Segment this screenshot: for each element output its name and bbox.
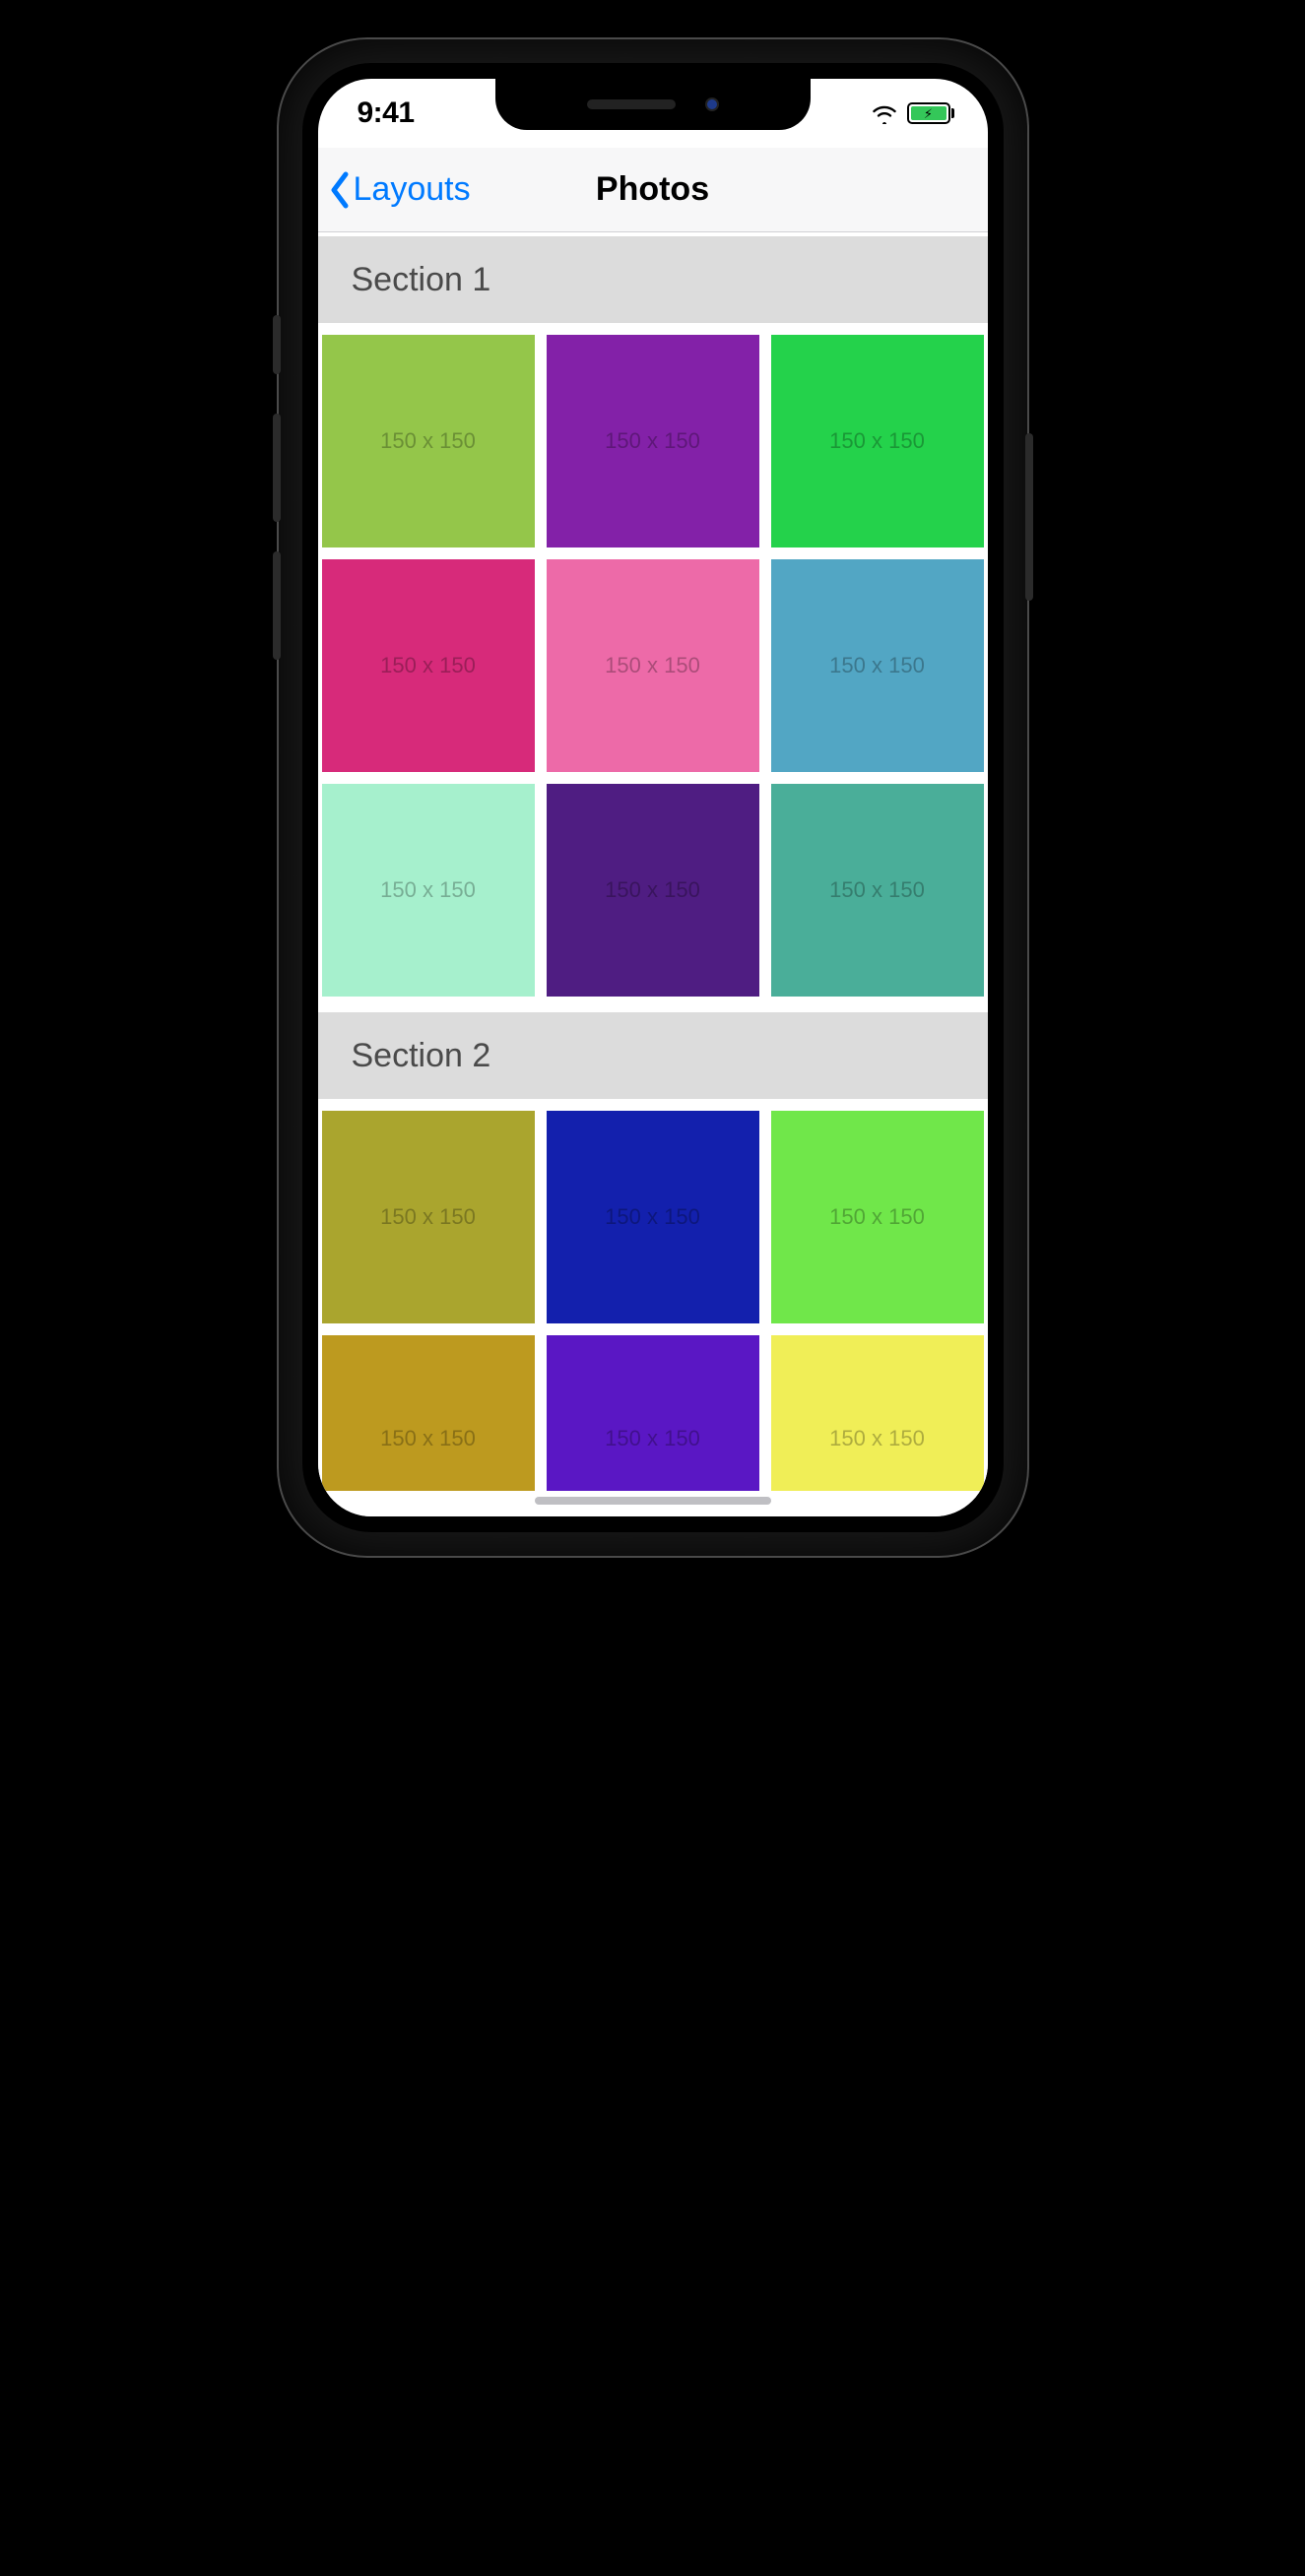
section-title: Section 2 [352, 1037, 491, 1075]
status-right-cluster: ⚡︎ [870, 102, 954, 124]
cell-label: 150 x 150 [605, 1204, 700, 1230]
section-2-grid-row2: 150 x 150 150 x 150 150 x 150 [318, 1323, 988, 1491]
section-header-2: Section 2 [318, 1012, 988, 1099]
notch [495, 79, 811, 130]
back-label: Layouts [354, 170, 471, 209]
cell-label: 150 x 150 [380, 653, 476, 678]
volume-down-button[interactable] [273, 551, 281, 660]
front-camera [705, 97, 719, 111]
collection-view[interactable]: Section 1 150 x 150 150 x 150 150 x 150 … [318, 232, 988, 1516]
home-indicator[interactable] [535, 1497, 771, 1505]
back-button[interactable]: Layouts [328, 170, 471, 210]
photo-cell[interactable]: 150 x 150 [322, 1111, 535, 1323]
device-frame: 9:41 ⚡︎ [279, 39, 1027, 1556]
cell-label: 150 x 150 [829, 877, 925, 903]
photo-cell[interactable]: 150 x 150 [322, 559, 535, 772]
photo-cell[interactable]: 150 x 150 [771, 559, 984, 772]
photo-cell[interactable]: 150 x 150 [547, 559, 759, 772]
status-time: 9:41 [358, 97, 415, 130]
cell-label: 150 x 150 [605, 428, 700, 454]
photo-cell[interactable]: 150 x 150 [547, 335, 759, 547]
power-button[interactable] [1025, 433, 1033, 601]
photo-cell[interactable]: 150 x 150 [322, 784, 535, 997]
photo-cell[interactable]: 150 x 150 [322, 335, 535, 547]
charging-bolt-icon: ⚡︎ [924, 107, 933, 120]
photo-cell[interactable]: 150 x 150 [322, 1335, 535, 1491]
chevron-left-icon [328, 170, 352, 210]
screen: 9:41 ⚡︎ [318, 79, 988, 1516]
navigation-bar: Layouts Photos [318, 148, 988, 232]
cell-label: 150 x 150 [829, 1204, 925, 1230]
section-1-grid: 150 x 150 150 x 150 150 x 150 150 x 150 … [318, 323, 988, 1008]
photo-cell[interactable]: 150 x 150 [771, 784, 984, 997]
cell-label: 150 x 150 [380, 877, 476, 903]
cell-label: 150 x 150 [380, 1426, 476, 1451]
section-2-grid-row1: 150 x 150 150 x 150 150 x 150 [318, 1099, 988, 1323]
photo-cell[interactable]: 150 x 150 [547, 784, 759, 997]
device-bezel: 9:41 ⚡︎ [302, 63, 1004, 1532]
photo-cell[interactable]: 150 x 150 [771, 335, 984, 547]
cell-label: 150 x 150 [829, 653, 925, 678]
cell-label: 150 x 150 [605, 1426, 700, 1451]
volume-up-button[interactable] [273, 414, 281, 522]
photo-cell[interactable]: 150 x 150 [547, 1111, 759, 1323]
section-header-1: Section 1 [318, 236, 988, 323]
battery-icon: ⚡︎ [907, 102, 954, 124]
cell-label: 150 x 150 [829, 1426, 925, 1451]
speaker-grille [587, 99, 676, 109]
section-title: Section 1 [352, 261, 491, 299]
photo-cell[interactable]: 150 x 150 [771, 1111, 984, 1323]
cell-label: 150 x 150 [829, 428, 925, 454]
cell-label: 150 x 150 [380, 428, 476, 454]
cell-label: 150 x 150 [380, 1204, 476, 1230]
mute-switch[interactable] [273, 315, 281, 374]
photo-cell[interactable]: 150 x 150 [547, 1335, 759, 1491]
cell-label: 150 x 150 [605, 653, 700, 678]
wifi-icon [870, 102, 899, 124]
photo-cell[interactable]: 150 x 150 [771, 1335, 984, 1491]
cell-label: 150 x 150 [605, 877, 700, 903]
